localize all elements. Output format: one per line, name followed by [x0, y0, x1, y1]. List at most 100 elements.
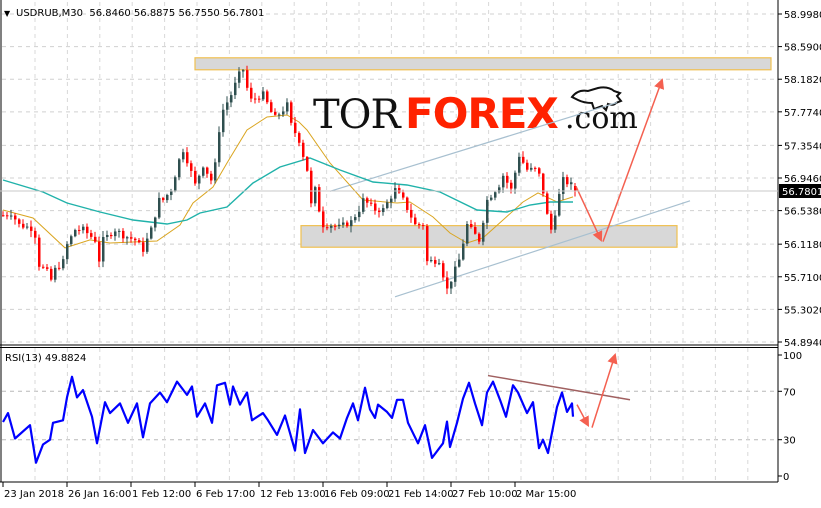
candle-bear [162, 197, 165, 201]
candle-bear [506, 175, 509, 183]
trading-chart[interactable]: TOR FOREX .com 58.998058.590058.182057.7… [0, 0, 821, 504]
candle-bull [102, 237, 105, 262]
candle-bull [390, 198, 393, 203]
candle-bear [206, 167, 209, 174]
candle-bull [230, 95, 233, 103]
zone-resistance [194, 57, 772, 71]
candle-bear [426, 226, 429, 262]
time-tick-label: 21 Feb 14:00 [388, 489, 454, 500]
current-price-label: 56.7801 [782, 187, 821, 198]
candle-bear [534, 167, 537, 169]
candle-bear [266, 91, 269, 103]
candle-bull [286, 102, 289, 112]
candle-bull [462, 243, 465, 260]
candle-bear [138, 240, 141, 243]
candle-bear [122, 230, 125, 239]
rsi-tick-label: 30 [783, 436, 796, 447]
candle-bull [554, 215, 557, 230]
candle-bear [402, 192, 405, 198]
rsi-tick-label: 100 [783, 351, 802, 362]
candle-bear [194, 170, 197, 184]
candle-bear [258, 98, 261, 100]
candle-bull [182, 152, 185, 160]
candle-bear [186, 152, 189, 164]
candle-bear [22, 223, 25, 228]
price-tick-label: 57.3540 [784, 141, 821, 152]
price-tick-label: 58.9980 [784, 10, 821, 21]
candle-bull [330, 225, 333, 228]
price-tick-label: 56.1180 [784, 240, 821, 251]
candle-bull [114, 231, 117, 237]
candle-bear [470, 224, 473, 228]
candle-bear [526, 162, 529, 170]
candle-bull [234, 82, 237, 96]
candle-bear [14, 215, 17, 220]
time-tick-label: 16 Feb 09:00 [324, 489, 390, 500]
candle-bear [110, 234, 113, 237]
candle-bull [454, 266, 457, 282]
price-tick-label: 54.8940 [784, 338, 821, 349]
rsi-tick-label: 70 [783, 387, 796, 398]
candle-bear [398, 188, 401, 193]
candle-bull [118, 230, 121, 232]
candle-bull [174, 177, 177, 192]
time-tick-label: 6 Feb 17:00 [196, 489, 255, 500]
candle-bear [18, 219, 21, 224]
candle-bull [386, 202, 389, 209]
candle-bull [74, 229, 77, 237]
candle-bull [10, 215, 13, 217]
candle-bear [290, 102, 293, 123]
candle-bull [170, 191, 173, 195]
candle-bull [382, 208, 385, 213]
collapse-triangle-icon[interactable]: ▼ [4, 9, 11, 18]
candle-bull [82, 226, 85, 231]
time-tick-label: 1 Feb 12:00 [132, 489, 191, 500]
time-tick-label: 12 Feb 13:00 [260, 489, 326, 500]
price-tick-label: 56.9460 [784, 174, 821, 185]
candle-bull [198, 175, 201, 184]
candle-bear [254, 98, 257, 100]
candle-bear [2, 215, 5, 217]
candle-bull [146, 238, 149, 252]
candle-bear [130, 237, 133, 239]
candle-bear [442, 263, 445, 278]
candle-bear [250, 87, 253, 99]
candle-bear [142, 242, 145, 252]
candle-bull [218, 132, 221, 163]
candle-bull [438, 263, 441, 265]
candle-bear [58, 267, 61, 269]
candle-bull [214, 162, 217, 181]
price-tick-label: 58.1820 [784, 75, 821, 86]
rsi-label: RSI(13) 49.8824 [5, 353, 86, 364]
candle-bull [394, 188, 397, 199]
candle-bear [98, 241, 101, 262]
candle-bull [238, 71, 241, 83]
rsi-tick-label: 0 [783, 472, 789, 483]
candle-bull [514, 172, 517, 189]
candle-bear [478, 233, 481, 242]
candle-bear [550, 213, 553, 230]
price-tick-label: 55.3020 [784, 305, 821, 316]
candle-bear [378, 210, 381, 213]
candle-bull [494, 192, 497, 198]
candle-bull [430, 260, 433, 262]
candle-bull [486, 199, 489, 223]
candle-bear [410, 209, 413, 218]
candle-bear [414, 217, 417, 225]
candle-bear [366, 198, 369, 203]
candle-bull [458, 259, 461, 267]
candle-bear [510, 182, 513, 189]
candle-bear [298, 133, 301, 143]
logo-tor: TOR [313, 92, 402, 138]
candle-bull [530, 167, 533, 170]
candle-bull [158, 197, 161, 218]
candle-bull [166, 194, 169, 201]
candle-bull [358, 211, 361, 218]
logo-forex: FOREX [405, 89, 558, 138]
candle-bear [210, 173, 213, 181]
candle-bear [294, 122, 297, 134]
candle-bear [370, 202, 373, 204]
candle-bear [246, 70, 249, 88]
candle-bear [134, 238, 137, 241]
candle-bull [342, 222, 345, 225]
